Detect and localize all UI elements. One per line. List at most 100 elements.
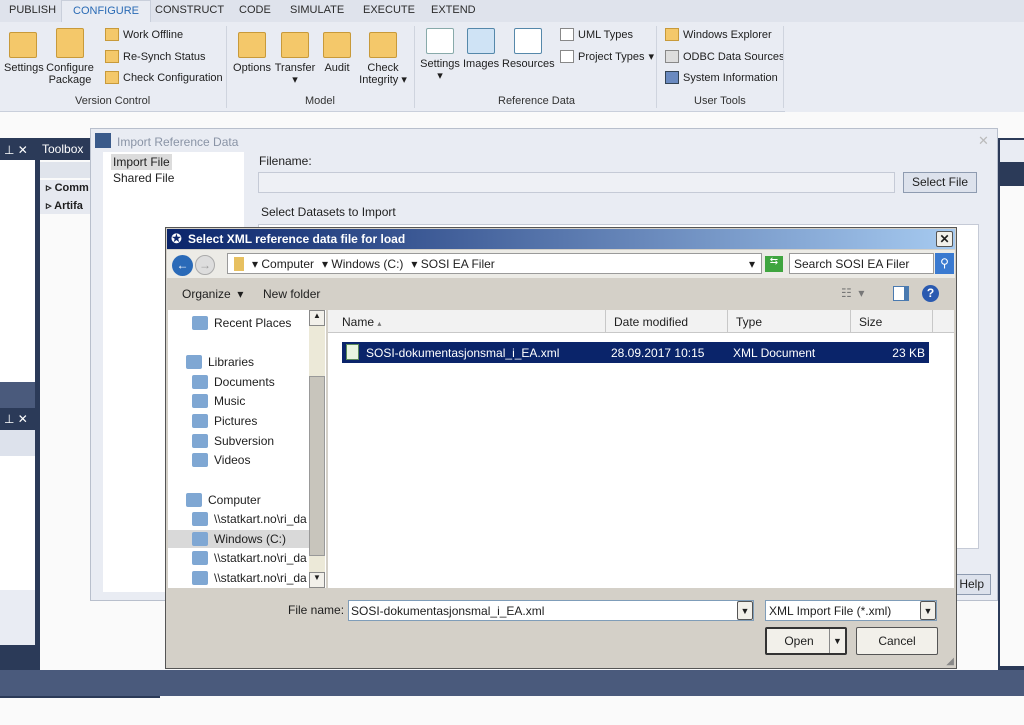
chevron-down-icon[interactable]: ▼ (737, 601, 753, 620)
open-split-chevron[interactable]: ▼ (829, 629, 845, 653)
system-info-button[interactable]: System Information (665, 71, 778, 84)
nav-item[interactable]: Subversion (192, 432, 274, 450)
chevron-down-icon[interactable]: ▾ (749, 257, 755, 271)
nav-item[interactable]: Videos (192, 451, 250, 469)
work-offline-icon (105, 28, 119, 41)
breadcrumb-label: Computer (261, 257, 315, 271)
check-integrity-button[interactable]: Check Integrity ▾ (356, 32, 410, 86)
help-icon[interactable]: ? (922, 285, 939, 302)
open-button[interactable]: Open ▼ (765, 627, 847, 655)
group-reference-data: Reference Data (498, 95, 576, 107)
breadcrumb-label: Windows (C:) (331, 257, 404, 271)
project-types-button[interactable]: Project Types ▾ (560, 50, 654, 63)
group-model: Model (305, 95, 335, 107)
images-button[interactable]: Images (463, 28, 499, 70)
nav-item[interactable]: \\statkart.no\ri_da (192, 549, 307, 567)
toolbox-title: Toolbox (42, 142, 84, 156)
tab-code[interactable]: CODE (239, 4, 271, 16)
list-header: Name ▴ Date modified Type Size (328, 310, 954, 333)
windows-explorer-button[interactable]: Windows Explorer (665, 28, 772, 41)
vc-settings-button[interactable]: Settings (4, 32, 44, 74)
tab-execute[interactable]: EXECUTE (363, 4, 415, 16)
nav-item[interactable]: Recent Places (192, 314, 291, 332)
configure-package-button[interactable]: Configure Package (46, 28, 94, 86)
uml-types-icon (560, 28, 574, 41)
breadcrumb-sosi[interactable]: ▾ SOSI EA Filer (411, 257, 494, 271)
tree-import-file[interactable]: Import File (111, 154, 172, 170)
close-icon[interactable]: ⊥ ✕ (4, 412, 28, 426)
file-type-select[interactable]: XML Import File (*.xml) (765, 600, 937, 621)
nav-item[interactable]: \\statkart.no\ri_da (192, 569, 307, 587)
file-list: Name ▴ Date modified Type Size SOSI-doku… (328, 310, 954, 588)
transfer-icon (281, 32, 309, 58)
scroll-down-icon[interactable]: ▼ (309, 572, 325, 588)
uml-types-button[interactable]: UML Types (560, 28, 633, 41)
breadcrumb-computer[interactable]: ▾ Computer (252, 257, 315, 271)
nav-item[interactable]: Pictures (192, 412, 257, 430)
cancel-button[interactable]: Cancel (856, 627, 938, 655)
resize-grip-icon[interactable]: ◢ (946, 656, 954, 667)
breadcrumb-windows-c[interactable]: ▾ Windows (C:) (322, 257, 404, 271)
odbc-button[interactable]: ODBC Data Sources (665, 50, 784, 63)
forward-icon[interactable]: → (195, 255, 215, 275)
column-label: Name (342, 315, 375, 329)
address-bar[interactable]: ▾ Computer ▾ Windows (C:) ▾ SOSI EA File… (227, 253, 762, 274)
close-icon[interactable]: ✕ (978, 133, 989, 149)
file-type: XML Document (733, 346, 816, 360)
back-icon[interactable]: ← (172, 255, 193, 276)
refdata-settings-button[interactable]: Settings ▾ (419, 28, 461, 82)
file-row[interactable]: SOSI-dokumentasjonsmal_i_EA.xml 28.09.20… (342, 342, 929, 363)
scroll-thumb[interactable] (309, 376, 325, 556)
file-dialog-title: Select XML reference data file for load (188, 232, 406, 246)
column-name[interactable]: Name ▴ (334, 310, 606, 332)
resources-button[interactable]: Resources (502, 28, 555, 70)
search-input[interactable]: Search SOSI EA Filer (789, 253, 934, 274)
tab-extend[interactable]: EXTEND (431, 4, 476, 16)
work-offline-button[interactable]: Work Offline (105, 28, 183, 41)
view-options-icon[interactable]: ☷ ▾ (841, 286, 864, 300)
toolbox-item[interactable]: ▹ Artifa (46, 199, 83, 212)
close-button[interactable]: ✕ (936, 231, 953, 247)
group-version-control: Version Control (75, 95, 151, 107)
column-type[interactable]: Type (728, 310, 851, 332)
column-date[interactable]: Date modified (606, 310, 728, 332)
sort-asc-icon: ▴ (377, 319, 382, 328)
nav-scrollbar[interactable]: ▲ ▼ (309, 310, 325, 588)
ribbon-empty (785, 22, 1024, 112)
nav-item[interactable]: Documents (192, 373, 275, 391)
nav-icon (192, 532, 208, 546)
options-button[interactable]: Options (232, 32, 272, 74)
preview-pane-icon[interactable] (893, 286, 909, 301)
nav-item[interactable]: Libraries (186, 353, 254, 371)
audit-button[interactable]: Audit (322, 32, 352, 74)
tab-publish[interactable]: PUBLISH (9, 4, 56, 16)
tab-simulate[interactable]: SIMULATE (290, 4, 344, 16)
column-size[interactable]: Size (851, 310, 933, 332)
pin-icon[interactable]: ⊥ ✕ (4, 143, 28, 157)
organize-button[interactable]: Organize ▾ (182, 287, 243, 301)
navigation-pane: Recent Places Libraries Documents Music Pict… (168, 310, 326, 588)
chevron-down-icon[interactable]: ▼ (920, 601, 936, 620)
transfer-button[interactable]: Transfer ▾ (273, 32, 317, 86)
project-types-icon (560, 50, 574, 63)
refresh-icon[interactable]: ⇆ (765, 256, 783, 272)
open-label: Open (784, 634, 814, 648)
resynch-button[interactable]: Re-Synch Status (105, 50, 206, 63)
tree-shared-file[interactable]: Shared File (111, 170, 244, 186)
new-folder-button[interactable]: New folder (263, 287, 320, 301)
check-configuration-button[interactable]: Check Configuration (105, 71, 223, 84)
file-date: 28.09.2017 10:15 (611, 346, 705, 360)
search-icon[interactable]: ⚲ (935, 253, 954, 274)
filename-input[interactable] (258, 172, 895, 193)
nav-item[interactable]: Music (192, 392, 245, 410)
dialog-app-icon: ✪ (171, 231, 182, 246)
toolbox-item[interactable]: ▹ Comm (46, 181, 89, 194)
scroll-up-icon[interactable]: ▲ (309, 310, 325, 326)
select-file-button[interactable]: Select File (903, 172, 977, 193)
nav-item[interactable]: \\statkart.no\ri_da (192, 510, 307, 528)
tab-construct[interactable]: CONSTRUCT (155, 4, 224, 16)
nav-item[interactable]: Computer (186, 491, 261, 509)
file-name-input[interactable]: SOSI-dokumentasjonsmal_i_EA.xml (348, 600, 754, 621)
nav-item[interactable]: Windows (C:) (168, 530, 311, 548)
tab-configure[interactable]: CONFIGURE (61, 0, 151, 23)
